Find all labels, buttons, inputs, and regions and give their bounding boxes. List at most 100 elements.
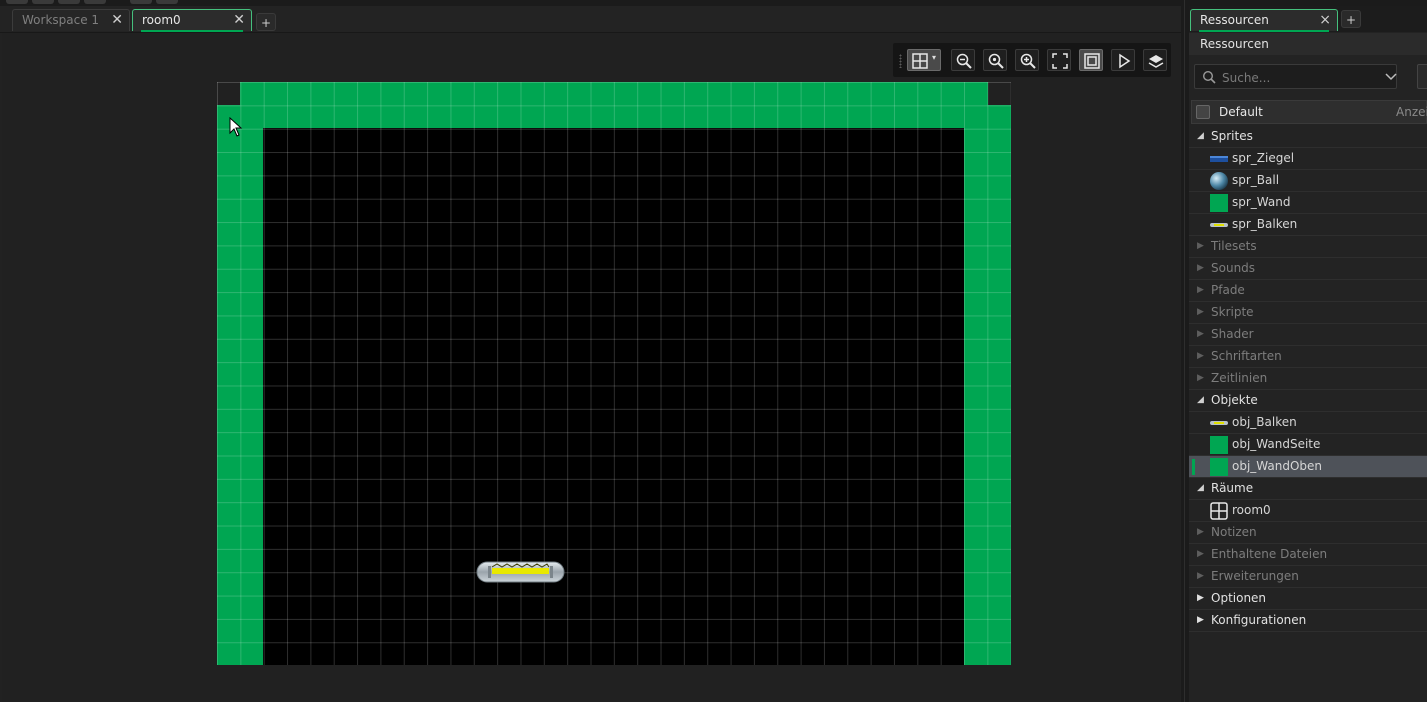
fit-icon bbox=[1052, 53, 1068, 69]
tab-room0[interactable]: room0 ✕ bbox=[132, 9, 252, 32]
collapsed-arrow-icon[interactable]: ▶ bbox=[1197, 588, 1204, 609]
zoom-in-button[interactable] bbox=[1015, 49, 1039, 71]
layers-button[interactable] bbox=[1143, 49, 1167, 71]
run-room-button[interactable] bbox=[1111, 49, 1135, 71]
add-tab-button[interactable]: + bbox=[256, 13, 276, 31]
tree-group-sounds[interactable]: ▶ Sounds bbox=[1189, 258, 1427, 280]
tree-group-label: Zeitlinien bbox=[1211, 371, 1268, 385]
chevron-down-icon[interactable] bbox=[1385, 73, 1397, 81]
wall-top[interactable] bbox=[240, 82, 988, 128]
room-area[interactable] bbox=[263, 128, 964, 665]
zoom-out-icon bbox=[956, 53, 972, 69]
tree-item-label: room0 bbox=[1232, 503, 1271, 517]
tree-item-spr-ball[interactable]: spr_Ball bbox=[1189, 170, 1427, 192]
zoom-out-button[interactable] bbox=[951, 49, 975, 71]
collapsed-arrow-icon[interactable]: ▶ bbox=[1197, 610, 1204, 631]
tab-ressourcen[interactable]: Ressourcen × bbox=[1190, 9, 1338, 32]
layers-icon bbox=[1148, 55, 1164, 68]
chevron-down-icon[interactable]: ▾ bbox=[932, 53, 936, 62]
collapsed-arrow-icon[interactable]: ▶ bbox=[1197, 236, 1204, 257]
tree-group-label: Enthaltene Dateien bbox=[1211, 547, 1328, 561]
ball-icon bbox=[1209, 171, 1229, 191]
tree-group-r-ume[interactable]: ◢ Räume bbox=[1189, 478, 1427, 500]
collapsed-arrow-icon[interactable]: ▶ bbox=[1197, 544, 1204, 565]
resources-tab-bar: Ressourcen × + bbox=[1189, 6, 1427, 32]
menu-nub[interactable] bbox=[6, 0, 28, 4]
tree-group-schriftarten[interactable]: ▶ Schriftarten bbox=[1189, 346, 1427, 368]
tree-group-tilesets[interactable]: ▶ Tilesets bbox=[1189, 236, 1427, 258]
expanded-arrow-icon[interactable]: ◢ bbox=[1197, 126, 1204, 147]
room-icon bbox=[1209, 501, 1229, 521]
tree-group-pfade[interactable]: ▶ Pfade bbox=[1189, 280, 1427, 302]
collapsed-arrow-icon[interactable]: ▶ bbox=[1197, 522, 1204, 543]
collapsed-arrow-icon[interactable]: ▶ bbox=[1197, 280, 1204, 301]
view-label[interactable]: Anzei bbox=[1396, 101, 1427, 123]
tree-item-obj-balken[interactable]: obj_Balken bbox=[1189, 412, 1427, 434]
tree-group-enthaltene-dateien[interactable]: ▶ Enthaltene Dateien bbox=[1189, 544, 1427, 566]
tree-item-spr-ziegel[interactable]: spr_Ziegel bbox=[1189, 148, 1427, 170]
frame-icon bbox=[1084, 53, 1100, 69]
tree-item-obj-wandoben[interactable]: obj_WandOben bbox=[1189, 456, 1427, 478]
menu-nub[interactable] bbox=[58, 0, 80, 4]
collapsed-arrow-icon[interactable]: ▶ bbox=[1197, 346, 1204, 367]
tree-group-skripte[interactable]: ▶ Skripte bbox=[1189, 302, 1427, 324]
collapsed-arrow-icon[interactable]: ▶ bbox=[1197, 302, 1204, 323]
tree-item-label: obj_WandSeite bbox=[1232, 437, 1321, 451]
expanded-arrow-icon[interactable]: ◢ bbox=[1197, 478, 1204, 499]
toolbar-grip[interactable] bbox=[899, 54, 902, 68]
paddle-icon bbox=[1209, 413, 1229, 433]
tree-item-spr-wand[interactable]: spr_Wand bbox=[1189, 192, 1427, 214]
paddle-instance[interactable] bbox=[476, 561, 565, 583]
wall-icon bbox=[1209, 435, 1229, 455]
close-icon[interactable]: ✕ bbox=[233, 10, 245, 30]
tree-group-objekte[interactable]: ◢ Objekte bbox=[1189, 390, 1427, 412]
close-icon[interactable]: × bbox=[1319, 10, 1331, 30]
tree-group-sprites[interactable]: ◢ Sprites bbox=[1189, 126, 1427, 148]
menu-nub[interactable] bbox=[156, 0, 178, 4]
resource-tree: ◢ Sprites spr_Ziegel spr_Ball spr_Wand spr_Ba… bbox=[1189, 126, 1427, 632]
menu-nub[interactable] bbox=[32, 0, 54, 4]
tree-item-obj-wandseite[interactable]: obj_WandSeite bbox=[1189, 434, 1427, 456]
tab-label: Ressourcen bbox=[1200, 13, 1269, 27]
close-icon[interactable]: ✕ bbox=[111, 10, 123, 30]
panel-splitter[interactable] bbox=[1181, 0, 1189, 702]
collapsed-arrow-icon[interactable]: ▶ bbox=[1197, 368, 1204, 389]
default-view-row[interactable]: Default Anzei bbox=[1191, 100, 1427, 124]
tree-group-label: Konfigurationen bbox=[1211, 613, 1307, 627]
view-mode-button[interactable] bbox=[1079, 49, 1103, 71]
tree-group-label: Pfade bbox=[1211, 283, 1245, 297]
tree-group-zeitlinien[interactable]: ▶ Zeitlinien bbox=[1189, 368, 1427, 390]
collapsed-arrow-icon[interactable]: ▶ bbox=[1197, 258, 1204, 279]
search-box[interactable] bbox=[1194, 64, 1397, 89]
zoom-reset-icon bbox=[988, 53, 1004, 69]
wall-icon bbox=[1209, 193, 1229, 213]
grid-icon bbox=[912, 53, 928, 69]
zoom-reset-button[interactable] bbox=[983, 49, 1007, 71]
tree-group-notizen[interactable]: ▶ Notizen bbox=[1189, 522, 1427, 544]
collapsed-arrow-icon[interactable]: ▶ bbox=[1197, 566, 1204, 587]
expanded-arrow-icon[interactable]: ◢ bbox=[1197, 390, 1204, 411]
wall-left[interactable] bbox=[217, 105, 263, 665]
tree-group-optionen[interactable]: ▶ Optionen bbox=[1189, 588, 1427, 610]
menu-nub[interactable] bbox=[84, 0, 106, 4]
tree-group-label: Optionen bbox=[1211, 591, 1267, 605]
menu-nub[interactable] bbox=[130, 0, 152, 4]
brick-icon bbox=[1209, 149, 1229, 169]
tree-item-spr-balken[interactable]: spr_Balken bbox=[1189, 214, 1427, 236]
collapse-button[interactable] bbox=[1417, 64, 1427, 89]
wall-right[interactable] bbox=[964, 105, 1011, 665]
collapsed-arrow-icon[interactable]: ▶ bbox=[1197, 324, 1204, 345]
add-tab-button[interactable]: + bbox=[1341, 10, 1361, 28]
tree-group-shader[interactable]: ▶ Shader bbox=[1189, 324, 1427, 346]
tree-item-label: spr_Ball bbox=[1232, 173, 1280, 187]
tab-workspace-1[interactable]: Workspace 1 ✕ bbox=[12, 9, 130, 31]
tree-item-room0[interactable]: room0 bbox=[1189, 500, 1427, 522]
tree-group-label: Räume bbox=[1211, 481, 1254, 495]
tree-group-erweiterungen[interactable]: ▶ Erweiterungen bbox=[1189, 566, 1427, 588]
search-input[interactable] bbox=[1220, 68, 1374, 87]
tree-group-konfigurationen[interactable]: ▶ Konfigurationen bbox=[1189, 610, 1427, 632]
tree-item-label: obj_WandOben bbox=[1232, 459, 1323, 473]
room-toolbar: ▾ bbox=[893, 43, 1171, 77]
fit-view-button[interactable] bbox=[1047, 49, 1071, 71]
grid-toggle-button[interactable]: ▾ bbox=[907, 49, 941, 71]
